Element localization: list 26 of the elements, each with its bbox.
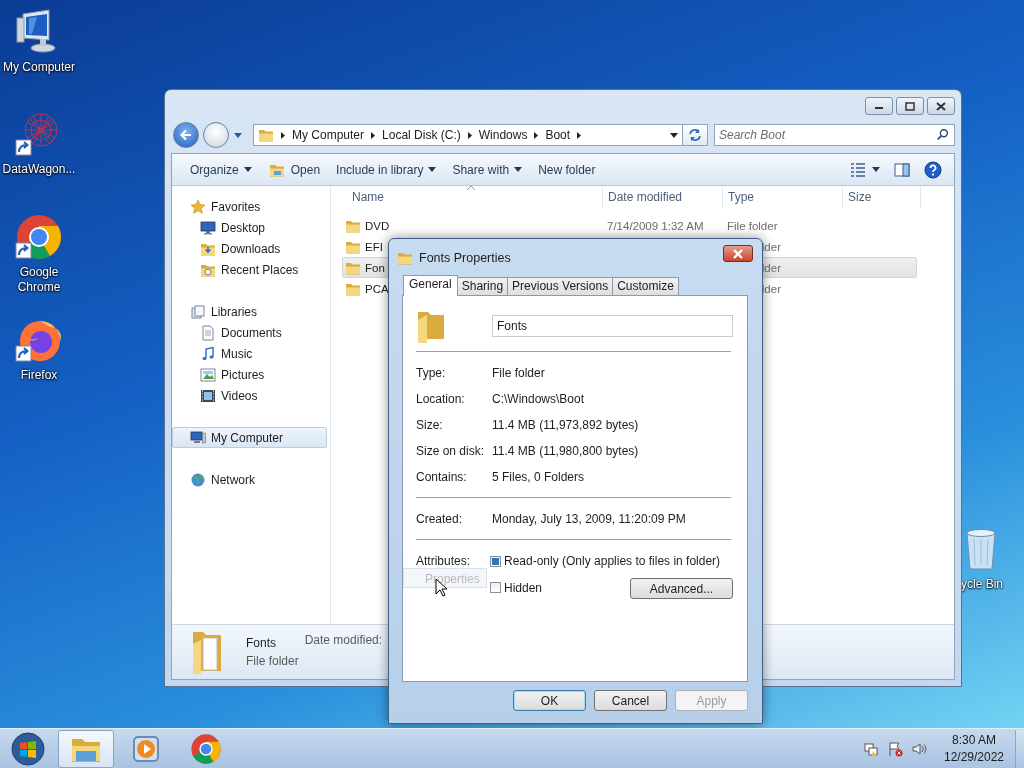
file-name: Fon <box>365 261 385 274</box>
property-label: Location: <box>416 392 466 406</box>
property-label: Size on disk: <box>416 444 486 458</box>
file-name: EFI <box>365 240 383 253</box>
type-cell: lder <box>761 282 781 295</box>
property-label: Size: <box>416 418 444 432</box>
property-label: Type: <box>416 366 447 380</box>
details-type: File folder <box>246 654 299 668</box>
property-value: 11.4 MB (11,973,892 bytes) <box>492 418 640 432</box>
file-name: DVD <box>365 219 390 232</box>
type-cell: lder <box>761 261 781 274</box>
type-cell: File folder <box>727 219 778 232</box>
property-label: Contains: <box>416 470 468 484</box>
file-name: PCA <box>365 282 389 295</box>
details-name: Fonts <box>246 636 277 650</box>
property-value: Monday, July 13, 2009, 11:20:09 PM <box>492 512 687 526</box>
property-value: C:\Windows\Boot <box>492 392 586 406</box>
property-value: 11.4 MB (11,980,800 bytes) <box>492 444 640 458</box>
property-value: 5 Files, 0 Folders <box>492 470 586 484</box>
property-value: File folder <box>492 366 546 380</box>
dialog-title: Fonts Properties <box>419 250 511 265</box>
date-cell: 7/14/2009 1:32 AM <box>607 219 704 232</box>
drag-ghost: Properties <box>403 568 487 588</box>
property-label: Attributes: <box>416 553 472 570</box>
property-label: Created: <box>416 512 464 526</box>
details-label: Date modified: <box>304 633 383 647</box>
